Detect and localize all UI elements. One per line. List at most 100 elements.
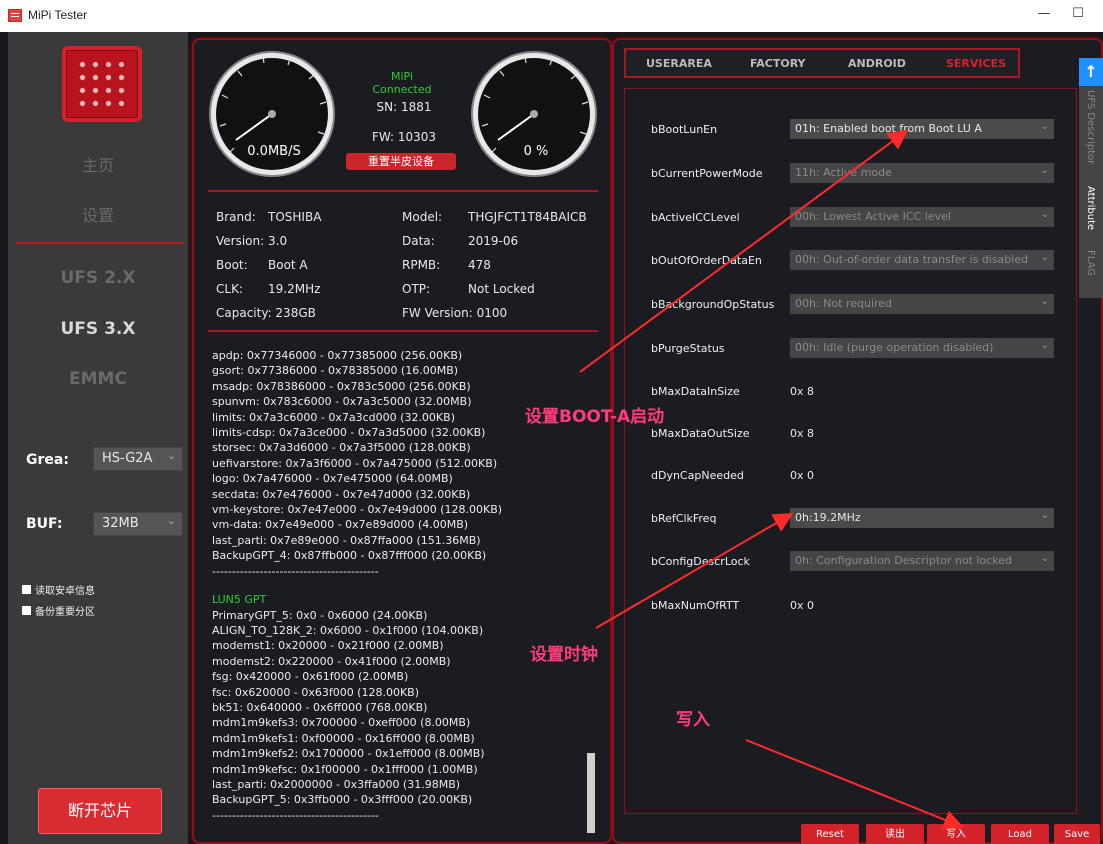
chevron-down-icon: ⌄ bbox=[1040, 340, 1049, 351]
chevron-down-icon: ⌄ bbox=[1040, 510, 1049, 521]
nav-ufs3[interactable]: UFS 3.X bbox=[8, 319, 188, 339]
sidebar: 主页 设置 UFS 2.X UFS 3.X EMMC Grea: HS-G2A ⌄… bbox=[8, 32, 188, 844]
backup-partition-checkbox[interactable]: 备份重要分区 bbox=[22, 603, 95, 618]
side-tab-ufs-descriptor[interactable]: UFS Descriptor bbox=[1085, 90, 1096, 164]
chevron-down-icon: ⌄ bbox=[1040, 165, 1049, 176]
firmware-version: FW: 10303 bbox=[371, 130, 437, 144]
brand-value: TOSHIBA bbox=[268, 210, 322, 224]
tab-services[interactable]: SERVICES bbox=[946, 57, 1006, 70]
bpurgestatus-select: 00h: Idle (purge operation disabled) ⌄ bbox=[790, 338, 1054, 358]
bcurrentpowermode-select: 11h: Active mode ⌄ bbox=[790, 163, 1054, 183]
speed-gauge bbox=[209, 51, 335, 177]
tab-bar: USERAREA FACTORY ANDROID SERVICES bbox=[624, 48, 1020, 78]
divider bbox=[208, 330, 598, 332]
log-block-2: PrimaryGPT_5: 0x0 - 0x6000 (24.00KB) ALI… bbox=[212, 608, 485, 822]
buf-value: 32MB bbox=[102, 516, 139, 531]
tab-android[interactable]: ANDROID bbox=[848, 57, 906, 70]
attr-label: bPurgeStatus bbox=[651, 342, 725, 355]
connection-status: MiPi Connected bbox=[372, 70, 432, 96]
attr-label: bOutOfOrderDataEn bbox=[651, 254, 762, 267]
checkbox-label: 备份重要分区 bbox=[35, 607, 95, 618]
minimize-button[interactable]: — bbox=[1034, 6, 1054, 21]
attr-label: bActiveICCLevel bbox=[651, 211, 740, 224]
read-android-checkbox[interactable]: 读取安卓信息 bbox=[22, 582, 95, 597]
reset-device-button[interactable]: 重置半皮设备 bbox=[346, 153, 456, 170]
chevron-down-icon: ⌄ bbox=[1040, 121, 1049, 132]
model-label: Model: bbox=[402, 210, 443, 224]
app-icon bbox=[8, 9, 22, 22]
otp-value: Not Locked bbox=[468, 282, 535, 296]
partition-log: apdp: 0x77346000 - 0x77385000 (256.00KB)… bbox=[212, 348, 572, 823]
rpmb-label: RPMB: bbox=[402, 258, 441, 272]
attr-label: dDynCapNeeded bbox=[651, 469, 744, 482]
attr-label: bBackgroundOpStatus bbox=[651, 298, 775, 311]
bactiveicclevel-select: 00h: Lowest Active ICC level ⌄ bbox=[790, 207, 1054, 227]
bbootlunen-select[interactable]: 01h: Enabled boot from Boot LU A ⌄ bbox=[790, 119, 1054, 139]
attr-value: 0x 8 bbox=[790, 385, 815, 398]
buf-select[interactable]: 32MB ⌄ bbox=[93, 512, 183, 536]
attr-label: bRefClkFreq bbox=[651, 512, 717, 525]
chevron-down-icon: ⌄ bbox=[1040, 553, 1049, 564]
arrow-up-icon[interactable]: ↑ bbox=[1079, 58, 1103, 86]
attr-value: 11h: Active mode bbox=[795, 166, 892, 179]
boutoforderdataen-select: 00h: Out-of-order data transfer is disab… bbox=[790, 250, 1054, 270]
chevron-down-icon: ⌄ bbox=[1040, 209, 1049, 220]
divider bbox=[208, 190, 598, 192]
maximize-button[interactable]: ☐ bbox=[1068, 6, 1088, 21]
capacity: Capacity: 238GB bbox=[216, 306, 316, 320]
disconnect-chip-button[interactable]: 断开芯片 bbox=[38, 788, 162, 834]
annotation-write: 写入 bbox=[676, 710, 710, 730]
descriptor-side-tabs: ↑ UFS Descriptor Attribute FLAG bbox=[1079, 58, 1103, 298]
progress-readout: 0 % bbox=[523, 144, 549, 159]
rpmb-value: 478 bbox=[468, 258, 491, 272]
attr-label: bMaxDataOutSize bbox=[651, 427, 750, 440]
side-tab-attribute[interactable]: Attribute bbox=[1085, 186, 1096, 230]
tab-userarea[interactable]: USERAREA bbox=[646, 57, 712, 70]
boot-label: Boot: bbox=[216, 258, 248, 272]
load-button[interactable]: Load bbox=[991, 824, 1049, 844]
read-button[interactable]: 读出 bbox=[866, 824, 924, 844]
log-scrollbar[interactable] bbox=[587, 753, 595, 833]
side-tab-flag[interactable]: FLAG bbox=[1085, 250, 1096, 276]
annotation-boot: 设置BOOT-A启动 bbox=[525, 407, 665, 427]
clk-label: CLK: bbox=[216, 282, 243, 296]
chevron-down-icon: ⌄ bbox=[1040, 296, 1049, 307]
chevron-down-icon: ⌄ bbox=[166, 514, 176, 527]
log-block-1: apdp: 0x77346000 - 0x77385000 (256.00KB)… bbox=[212, 349, 503, 578]
window-title: MiPi Tester bbox=[28, 8, 88, 22]
attr-label: bMaxNumOfRTT bbox=[651, 599, 740, 612]
save-button[interactable]: Save bbox=[1054, 824, 1100, 844]
fw-version: FW Version: 0100 bbox=[402, 306, 508, 320]
buf-label: BUF: bbox=[26, 516, 63, 532]
nav-ufs2[interactable]: UFS 2.X bbox=[8, 268, 188, 288]
brand-label: Brand: bbox=[216, 210, 256, 224]
attr-value: 00h: Not required bbox=[795, 297, 893, 310]
attr-label: bBootLunEn bbox=[651, 123, 718, 136]
title-bar: MiPi Tester — ☐ bbox=[0, 0, 1103, 32]
brefclkfreq-select[interactable]: 0h:19.2MHz ⌄ bbox=[790, 508, 1054, 528]
attr-value: 00h: Out-of-order data transfer is disab… bbox=[795, 253, 1029, 266]
nav-settings[interactable]: 设置 bbox=[8, 202, 188, 226]
clk-value: 19.2MHz bbox=[268, 282, 321, 296]
checkbox-box[interactable] bbox=[22, 585, 31, 594]
device-info-panel: 0.0MB/S MiPi Connected SN: 1881 FW: 1030… bbox=[192, 38, 612, 844]
reset-button[interactable]: Reset bbox=[801, 824, 859, 844]
chevron-down-icon: ⌄ bbox=[166, 449, 176, 462]
version-label: Version: bbox=[216, 234, 265, 248]
attr-value: 0x 8 bbox=[790, 427, 815, 440]
checkbox-box[interactable] bbox=[22, 606, 31, 615]
tab-factory[interactable]: FACTORY bbox=[750, 57, 806, 70]
write-button[interactable]: 写入 bbox=[927, 824, 985, 844]
grea-select[interactable]: HS-G2A ⌄ bbox=[93, 447, 183, 471]
grea-label: Grea: bbox=[26, 452, 69, 468]
attr-value: 0x 0 bbox=[790, 469, 815, 482]
log-lun5-header: LUN5 GPT bbox=[212, 593, 267, 607]
version-value: 3.0 bbox=[268, 234, 288, 248]
attr-label: bConfigDescrLock bbox=[651, 555, 750, 568]
nav-home[interactable]: 主页 bbox=[8, 152, 188, 176]
chip-logo-icon bbox=[62, 46, 142, 122]
attr-label: bCurrentPowerMode bbox=[651, 167, 763, 180]
data-label: Data: bbox=[402, 234, 435, 248]
grea-value: HS-G2A bbox=[102, 451, 153, 466]
nav-emmc[interactable]: EMMC bbox=[8, 369, 188, 389]
